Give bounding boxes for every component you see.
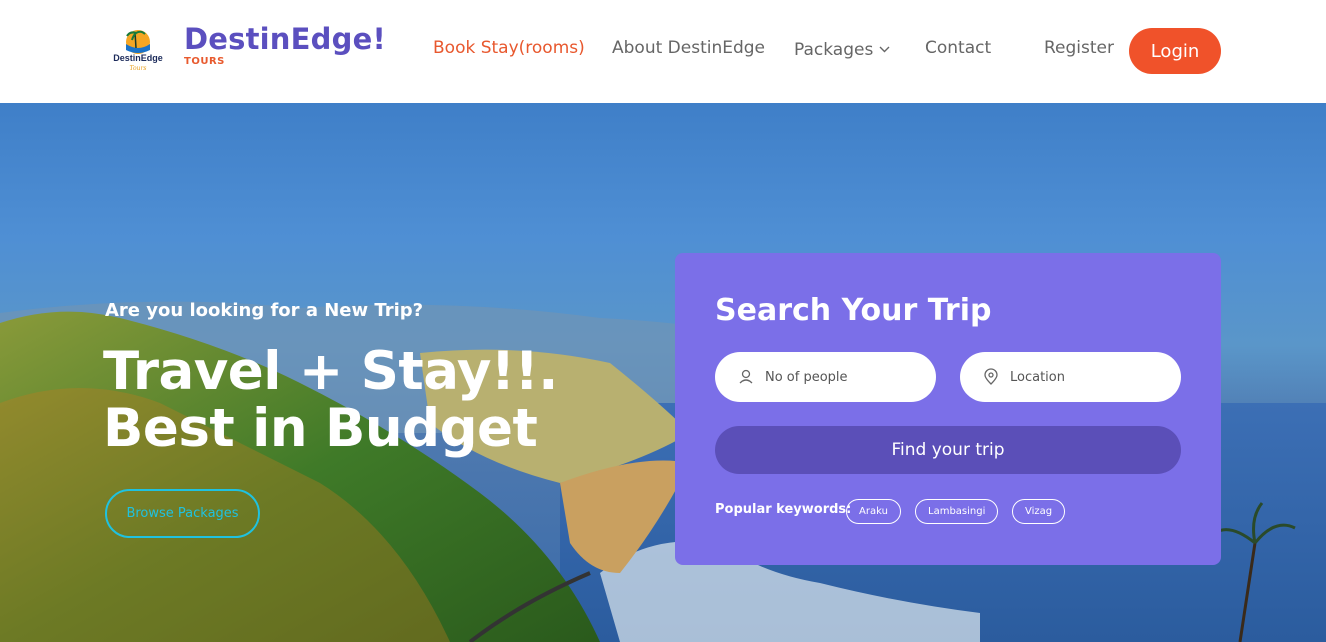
chevron-down-icon bbox=[879, 38, 890, 58]
nav-book-stay[interactable]: Book Stay(rooms) bbox=[433, 38, 585, 58]
logo-tagline: Tours bbox=[130, 65, 147, 72]
keyword-chip-lambasingi[interactable]: Lambasingi bbox=[915, 499, 999, 524]
browse-packages-button[interactable]: Browse Packages bbox=[105, 489, 260, 538]
keyword-chip-araku[interactable]: Araku bbox=[846, 499, 901, 524]
brand-name: DestinEdge! bbox=[184, 22, 386, 56]
nav-contact[interactable]: Contact bbox=[925, 38, 991, 58]
location-field[interactable] bbox=[960, 352, 1181, 402]
location-input[interactable] bbox=[1010, 352, 1170, 402]
find-trip-button[interactable]: Find your trip bbox=[715, 426, 1181, 474]
nav-about[interactable]: About DestinEdge bbox=[612, 38, 765, 58]
people-field[interactable] bbox=[715, 352, 936, 402]
hero-headline: Travel + Stay!!. Best in Budget bbox=[103, 343, 558, 457]
nav-packages[interactable]: Packages bbox=[794, 38, 890, 60]
people-input[interactable] bbox=[765, 352, 925, 402]
headline-line-2: Best in Budget bbox=[103, 398, 538, 459]
register-link[interactable]: Register bbox=[1044, 38, 1114, 58]
logo-wordmark: DestinEdge bbox=[113, 53, 163, 63]
brand-text[interactable]: DestinEdge! TOURS bbox=[184, 22, 386, 67]
brand-logo[interactable]: DestinEdge Tours bbox=[108, 28, 168, 72]
nav-packages-label: Packages bbox=[794, 40, 874, 60]
keyword-chip-vizag[interactable]: Vizag bbox=[1012, 499, 1066, 524]
site-header: DestinEdge Tours DestinEdge! TOURS Book … bbox=[0, 0, 1326, 103]
hero-kicker: Are you looking for a New Trip? bbox=[105, 300, 424, 321]
keywords-label: Popular keywords: bbox=[715, 502, 852, 517]
hero-section: Are you looking for a New Trip? Travel +… bbox=[0, 103, 1326, 642]
search-title: Search Your Trip bbox=[715, 293, 992, 328]
brand-sub: TOURS bbox=[184, 56, 225, 67]
headline-line-1: Travel + Stay!!. bbox=[103, 341, 558, 402]
user-icon bbox=[737, 368, 755, 386]
map-pin-icon bbox=[982, 368, 1000, 386]
login-button[interactable]: Login bbox=[1129, 28, 1221, 74]
search-card: Search Your Trip Find your trip Popular … bbox=[675, 253, 1221, 565]
